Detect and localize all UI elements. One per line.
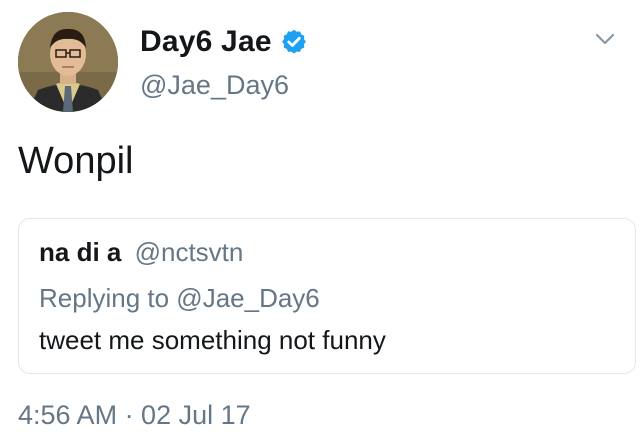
- quoted-tweet-card[interactable]: na di a @nctsvtn Replying to @Jae_Day6 t…: [18, 218, 636, 374]
- person-portrait-icon: [18, 12, 118, 112]
- tweet-menu-button[interactable]: [592, 26, 618, 52]
- chevron-down-icon: [595, 33, 615, 45]
- quoted-tweet-text: tweet me something not funny: [39, 325, 386, 355]
- author-avatar[interactable]: [18, 12, 118, 112]
- author-handle[interactable]: @Jae_Day6: [140, 70, 289, 101]
- quoted-replying-to: Replying to @Jae_Day6: [39, 283, 320, 313]
- verified-badge-icon: [280, 28, 308, 56]
- author-display-name[interactable]: Day6 Jae: [140, 25, 272, 59]
- tweet-timestamp[interactable]: 4:56 AM · 02 Jul 17: [18, 400, 251, 431]
- author-name-row[interactable]: Day6 Jae: [140, 22, 308, 62]
- tweet-card[interactable]: Day6 Jae @Jae_Day6 Wonpil na di a @nctsv…: [0, 0, 640, 448]
- quoted-author-handle[interactable]: @nctsvtn: [135, 237, 244, 267]
- tweet-text: Wonpil: [18, 140, 134, 182]
- quoted-tweet-header: na di a @nctsvtn: [39, 237, 243, 268]
- quoted-author-name[interactable]: na di a: [39, 237, 121, 267]
